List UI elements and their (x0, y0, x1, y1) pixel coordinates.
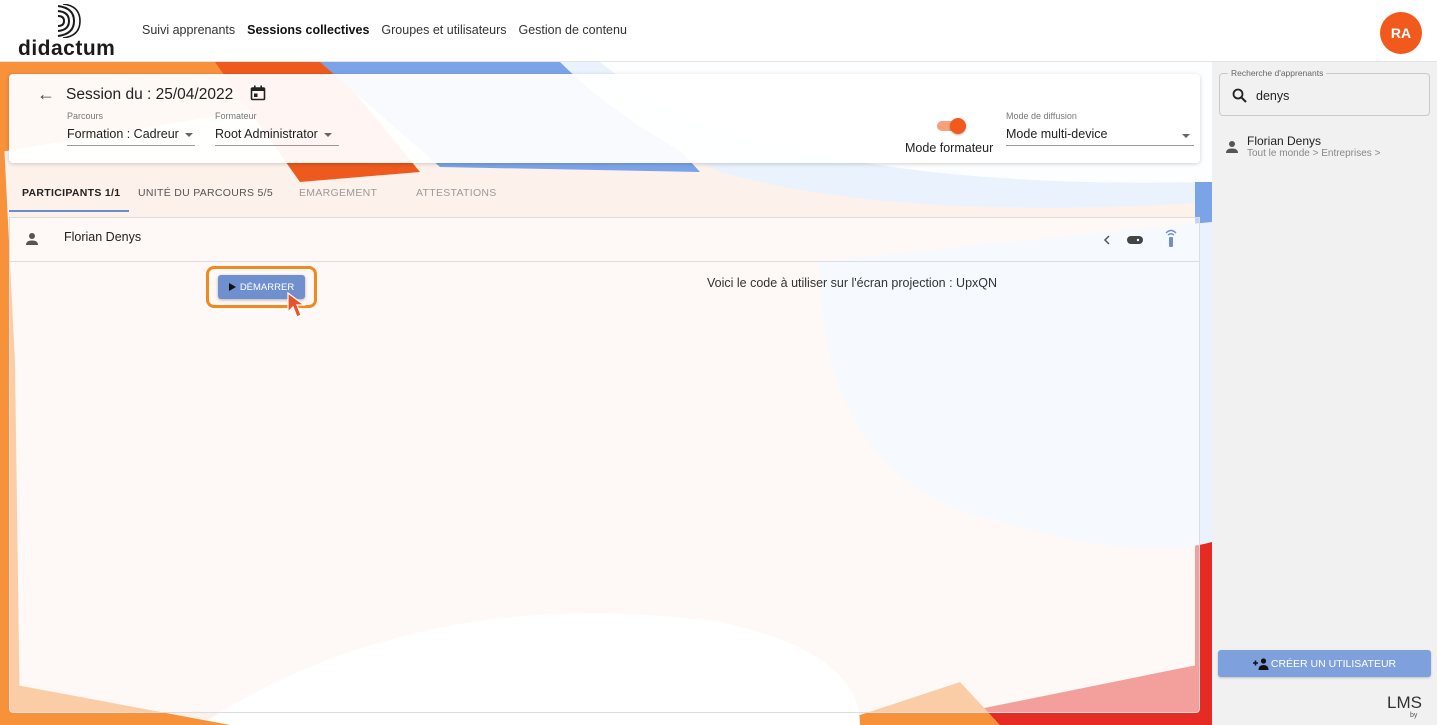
participants-panel: Florian Denys DÉMARRER Voici le code à u… (9, 217, 1200, 713)
play-icon (228, 283, 236, 291)
caret-down-icon (184, 132, 193, 137)
search-result-item[interactable]: Florian Denys Tout le monde > Entreprise… (1225, 134, 1430, 164)
brand-name: didactum (18, 37, 116, 60)
lms-logo: LMS (1387, 693, 1422, 712)
result-path: Tout le monde > Entreprises > (1247, 148, 1381, 159)
toggle-knob (950, 118, 966, 134)
mode-formateur-label: Mode formateur (905, 141, 994, 155)
participant-name: Florian Denys (64, 230, 142, 244)
formateur-label: Formateur (215, 111, 257, 121)
nav-item-suivi-apprenants[interactable]: Suivi apprenants (142, 23, 235, 37)
participant-row[interactable]: Florian Denys (10, 218, 1199, 262)
parcours-label: Parcours (67, 111, 104, 121)
remote-signal-icon[interactable] (1164, 228, 1178, 248)
session-title: Session du : 25/04/2022 (66, 86, 234, 103)
person-icon (1226, 141, 1238, 153)
result-name: Florian Denys (1247, 134, 1322, 148)
start-button-label: DÉMARRER (239, 281, 295, 293)
diffusion-value: Mode multi-device (1006, 127, 1108, 141)
formateur-select[interactable]: Root Administrator (215, 127, 339, 146)
nav-item-sessions-collectives[interactable]: Sessions collectives (247, 23, 369, 37)
top-bar: didactum Suivi apprenants Sessions colle… (0, 0, 1437, 62)
person-icon (26, 233, 38, 245)
main-nav: Suivi apprenants Sessions collectives Gr… (142, 23, 627, 37)
add-person-icon (1252, 657, 1269, 670)
tab-participants[interactable]: PARTICIPANTS 1/1 (22, 187, 120, 199)
diffusion-select[interactable]: Mode multi-device (1006, 127, 1194, 146)
back-arrow-icon[interactable]: ← (37, 84, 55, 105)
mouse-cursor-icon (287, 292, 306, 318)
active-tab-indicator (9, 210, 129, 212)
fingerprint-logo-icon (57, 4, 81, 38)
parcours-value: Formation : Cadreur (67, 127, 179, 141)
search-input[interactable] (1256, 87, 1421, 105)
diffusion-label: Mode de diffusion (1006, 111, 1077, 121)
caret-down-icon (1182, 134, 1190, 138)
parcours-select[interactable]: Formation : Cadreur (67, 127, 195, 146)
gamepad-icon[interactable] (1126, 235, 1144, 245)
mode-formateur-toggle[interactable] (937, 118, 967, 134)
session-header-card: ← Session du : 25/04/2022 Parcours Forma… (9, 74, 1200, 163)
search-icon (1232, 88, 1247, 103)
user-avatar[interactable]: RA (1380, 12, 1422, 54)
learner-search-sidebar: Recherche d'apprenants Florian Denys Tou… (1212, 62, 1437, 725)
lms-logo-sub: by (1410, 712, 1418, 719)
create-user-label: CRÉER UN UTILISATEUR (1270, 657, 1397, 670)
chevron-left-icon[interactable] (1103, 235, 1111, 245)
projection-code-text: Voici le code à utiliser sur l'écran pro… (707, 276, 998, 290)
caret-down-icon (323, 132, 332, 137)
calendar-icon[interactable] (250, 85, 266, 101)
tab-unite-parcours[interactable]: UNITÉ DU PARCOURS 5/5 (138, 187, 273, 199)
session-tabs: PARTICIPANTS 1/1 UNITÉ DU PARCOURS 5/5 E… (9, 177, 1200, 212)
didactum-logo[interactable]: didactum (18, 4, 128, 60)
learner-search-box[interactable]: Recherche d'apprenants (1219, 68, 1430, 116)
nav-item-groupes-utilisateurs[interactable]: Groupes et utilisateurs (381, 23, 506, 37)
formateur-value: Root Administrator (215, 127, 318, 141)
tab-emargement[interactable]: EMARGEMENT (299, 187, 377, 199)
search-label: Recherche d'apprenants (1228, 68, 1327, 78)
create-user-button[interactable]: CRÉER UN UTILISATEUR (1218, 650, 1431, 677)
nav-item-gestion-contenu[interactable]: Gestion de contenu (518, 23, 626, 37)
tab-attestations[interactable]: ATTESTATIONS (416, 187, 497, 199)
